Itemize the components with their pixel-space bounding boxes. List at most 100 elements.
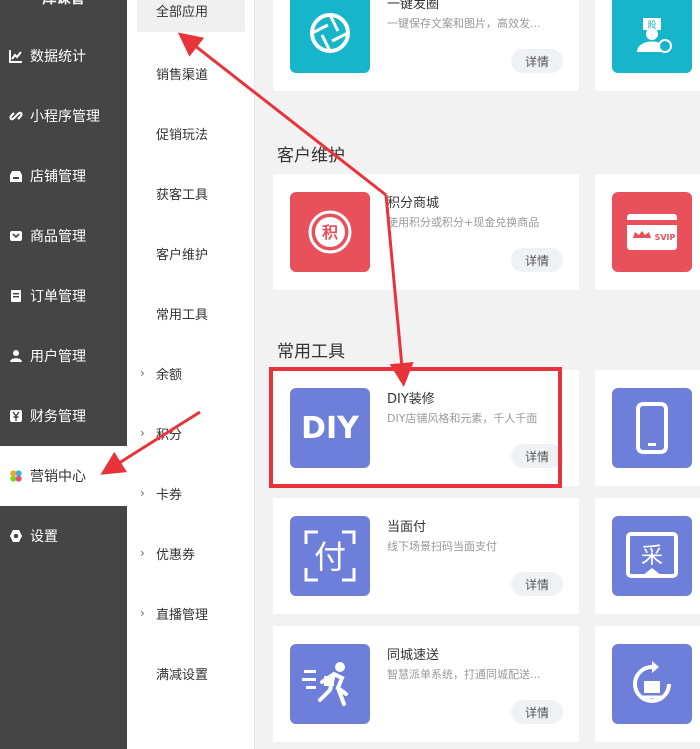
link-icon [9, 109, 23, 123]
main-content: 一键发圈 一键保存文案和图片，高效发... 详情 股 客户维护 积 积分商城 使… [256, 0, 700, 749]
diy-glyph: DIY [301, 410, 359, 446]
shop-icon [9, 169, 23, 183]
submenu-item-all-apps[interactable]: 全部应用 [137, 0, 245, 32]
app-card-desc: 一键保存文案和图片，高效发... [387, 17, 541, 30]
submenu-item-acquisition[interactable]: 获客工具 [127, 163, 255, 223]
app-card-name: DIY装修 [387, 392, 435, 407]
sub-menu: 全部应用 销售渠道 促销玩法 获客工具 客户维护 常用工具 › 余额 › 积分 … [127, 0, 255, 749]
app-card-partial[interactable]: 股 [595, 0, 700, 91]
submenu-item-label: 客户维护 [156, 247, 209, 263]
main-sidebar: 库课管 数据统计 小程序管理 店铺管理 商品管理 订单管理 用户管理 [0, 0, 127, 749]
sidebar-item-label: 数据统计 [30, 49, 86, 65]
submenu-item-promotion[interactable]: 促销玩法 [127, 103, 255, 163]
sidebar-item-label: 订单管理 [30, 289, 86, 305]
chevron-right-icon: › [140, 606, 145, 620]
brand-title: 库课管 [0, 0, 127, 10]
submenu-item-customer-care[interactable]: 客户维护 [127, 223, 255, 283]
submenu-item-points[interactable]: › 积分 [127, 403, 255, 463]
submenu-item-coupons[interactable]: › 优惠券 [127, 523, 255, 583]
points-glyph: 积 [322, 223, 338, 242]
app-card-face-pay[interactable]: 付 当面付 线下场景扫码当面支付 详情 [273, 498, 579, 614]
submenu-item-label: 获客工具 [156, 187, 209, 203]
sidebar-item-shop[interactable]: 店铺管理 [0, 146, 127, 206]
app-card-name: 同城速送 [387, 648, 440, 663]
submenu-item-label: 全部应用 [156, 4, 209, 20]
points-icon: 积 [290, 192, 370, 272]
section-title-common-tools: 常用工具 [277, 342, 345, 362]
detail-button[interactable]: 详情 [511, 49, 563, 73]
sidebar-item-goods[interactable]: 商品管理 [0, 206, 127, 266]
sidebar-item-label: 财务管理 [30, 409, 86, 425]
submenu-item-label: 积分 [156, 427, 183, 443]
app-card-name: 一键发圈 [387, 0, 440, 12]
app-card-desc: 智慧派单系统，打通同城配送... [387, 668, 541, 681]
submenu-item-balance[interactable]: › 余额 [127, 343, 255, 403]
pay-icon: 付 [290, 516, 370, 596]
submenu-item-label: 余额 [156, 367, 183, 383]
purchase-glyph: 采 [641, 544, 663, 569]
detail-button[interactable]: 详情 [511, 444, 563, 468]
app-card-partial[interactable] [595, 626, 700, 742]
submenu-item-label: 常用工具 [156, 307, 209, 323]
app-card-desc: 使用积分或积分+现金兑换商品 [387, 216, 540, 229]
finance-icon [9, 409, 23, 423]
marketing-icon [9, 469, 23, 483]
sidebar-item-label: 营销中心 [30, 469, 86, 485]
sidebar-item-miniprogram[interactable]: 小程序管理 [0, 86, 127, 146]
chevron-right-icon: › [140, 426, 145, 440]
sidebar-item-users[interactable]: 用户管理 [0, 326, 127, 386]
purchase-icon: 采 [612, 516, 692, 596]
app-card-desc: DIY店铺风格和元素，千人千面 [387, 412, 538, 425]
submenu-item-cards[interactable]: › 卡券 [127, 463, 255, 523]
sidebar-item-marketing[interactable]: 营销中心 [0, 446, 127, 506]
goods-icon [9, 229, 23, 243]
sidebar-item-label: 设置 [30, 529, 58, 545]
submenu-item-label: 优惠券 [156, 547, 196, 563]
sidebar-item-finance[interactable]: 财务管理 [0, 386, 127, 446]
sidebar-item-settings[interactable]: 设置 [0, 506, 127, 566]
order-icon [9, 289, 23, 303]
submenu-item-label: 满减设置 [156, 667, 209, 683]
chevron-right-icon: › [140, 486, 145, 500]
chart-icon [9, 49, 23, 63]
app-card-partial[interactable]: SVIP [595, 174, 700, 290]
submenu-item-sales-channel[interactable]: 销售渠道 [127, 43, 255, 103]
submenu-item-common-tools[interactable]: 常用工具 [127, 283, 255, 343]
phone-icon [612, 388, 692, 468]
submenu-item-label: 直播管理 [156, 607, 209, 623]
app-card-partial[interactable] [595, 370, 700, 486]
settings-icon [9, 529, 23, 543]
submenu-item-label: 卡券 [156, 487, 183, 503]
sidebar-item-data-stats[interactable]: 数据统计 [0, 26, 127, 86]
app-card-partial[interactable]: 采 [595, 498, 700, 614]
sidebar-item-label: 商品管理 [30, 229, 86, 245]
sidebar-item-label: 小程序管理 [30, 109, 100, 125]
delivery-icon [290, 644, 370, 724]
app-card-name: 积分商城 [387, 196, 440, 211]
sidebar-item-label: 店铺管理 [30, 169, 86, 185]
app-card-points-mall[interactable]: 积 积分商城 使用积分或积分+现金兑换商品 详情 [273, 174, 579, 290]
sidebar-item-orders[interactable]: 订单管理 [0, 266, 127, 326]
svip-glyph: SVIP [655, 233, 676, 242]
chevron-right-icon: › [140, 366, 145, 380]
shareholder-icon: 股 [612, 0, 692, 73]
detail-button[interactable]: 详情 [511, 248, 563, 272]
submenu-item-full-reduction[interactable]: 满减设置 [127, 643, 255, 703]
submenu-item-live[interactable]: › 直播管理 [127, 583, 255, 643]
app-card-desc: 线下场景扫码当面支付 [387, 540, 497, 553]
detail-button[interactable]: 详情 [511, 700, 563, 724]
submenu-item-label: 促销玩法 [156, 127, 209, 143]
svip-card-icon: SVIP [612, 192, 692, 272]
pay-glyph: 付 [314, 538, 346, 576]
detail-button[interactable]: 详情 [511, 572, 563, 596]
chevron-right-icon: › [140, 546, 145, 560]
submenu-item-label: 销售渠道 [156, 67, 209, 83]
app-card-moments[interactable]: 一键发圈 一键保存文案和图片，高效发... 详情 [273, 0, 579, 91]
app-card-diy[interactable]: DIY DIY装修 DIY店铺风格和元素，千人千面 详情 [273, 370, 579, 486]
section-title-customer-care: 客户维护 [277, 146, 345, 166]
shutter-icon [290, 0, 370, 73]
diy-icon: DIY [290, 388, 370, 468]
sidebar-item-label: 用户管理 [30, 349, 86, 365]
app-card-city-delivery[interactable]: 同城速送 智慧派单系统，打通同城配送... 详情 [273, 626, 579, 742]
user-icon [9, 349, 23, 363]
